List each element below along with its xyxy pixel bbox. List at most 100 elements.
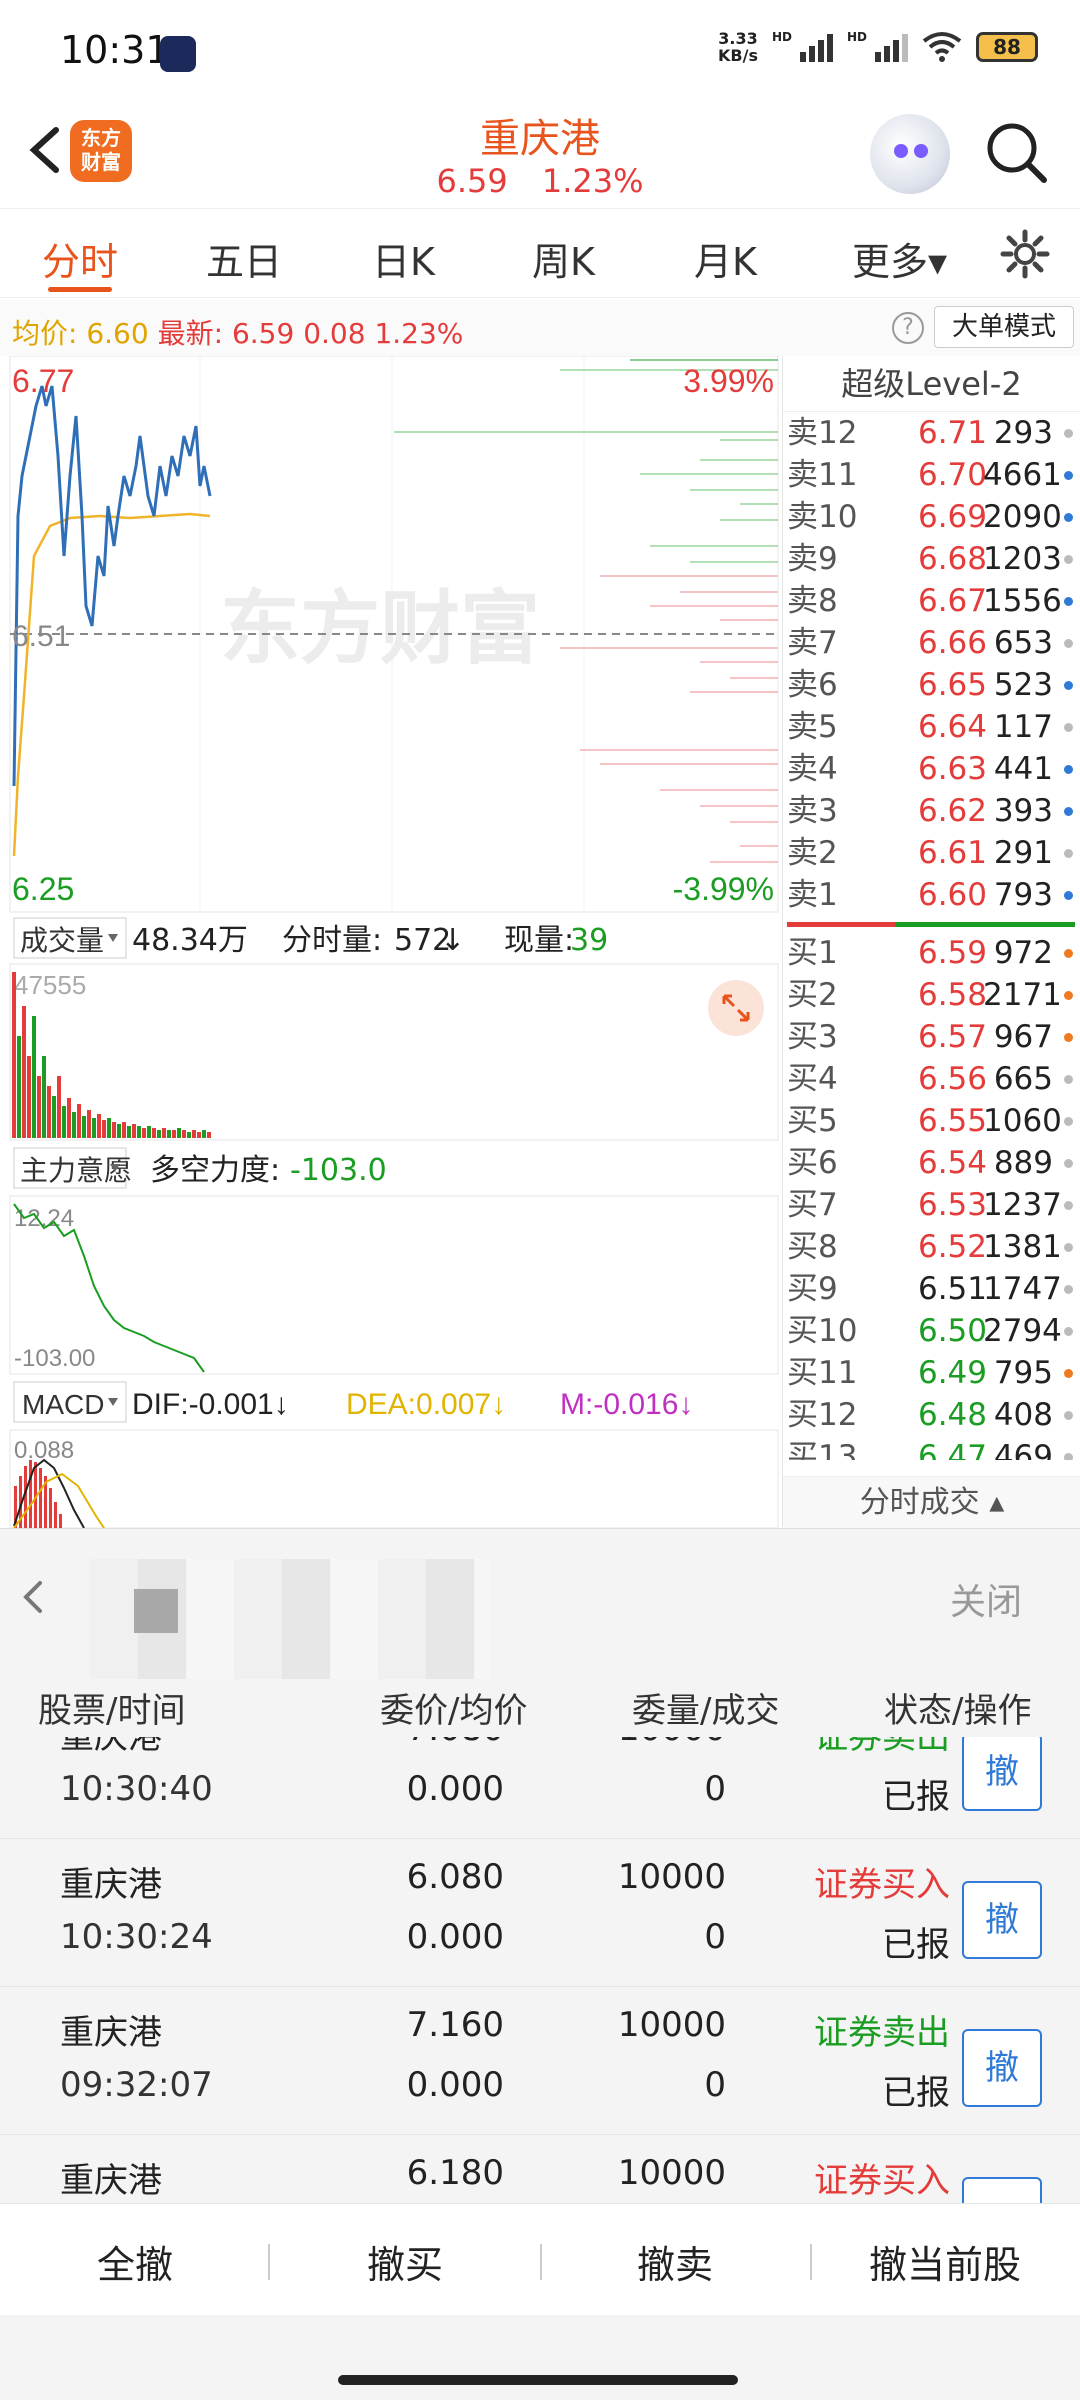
level-volume: 1237 <box>983 1187 1062 1223</box>
order-book-level[interactable]: 买11 6.49 795 <box>783 1352 1080 1394</box>
big-order-mode-button[interactable]: 大单模式 <box>934 306 1074 348</box>
order-stock-name: 重庆港 <box>60 1737 162 1757</box>
tab-daily-k[interactable]: 日K <box>372 231 435 286</box>
level-volume: 117 <box>993 709 1053 745</box>
price-info-line: 均价: 6.60 最新: 6.59 0.08 1.23% <box>12 312 463 352</box>
tab-weekly-k[interactable]: 周K <box>532 231 595 286</box>
cancel-current-stock-button[interactable]: 撤当前股 <box>810 2234 1080 2289</box>
hd-badge-2: HD <box>846 30 867 44</box>
order-book-level[interactable]: 买13 6.47 469 <box>783 1436 1080 1460</box>
order-quantity: 10000 <box>560 1737 726 1749</box>
tab-monthly-k[interactable]: 月K <box>694 231 757 286</box>
robot-eye-left <box>894 144 908 158</box>
level-volume: 291 <box>993 835 1053 871</box>
stock-price: 6.59 <box>436 162 508 200</box>
macd-dif: DIF:-0.001↓ <box>132 1388 289 1421</box>
order-book-level[interactable]: 买2 6.58 2171 <box>783 974 1080 1016</box>
macd-panel-frame <box>9 1429 779 1529</box>
level-dot <box>1064 1033 1073 1042</box>
order-status: 已报 <box>882 1777 950 1817</box>
order-book-level[interactable]: 买1 6.59 972 <box>783 932 1080 974</box>
col-price-avg: 委价/均价 <box>380 1691 528 1731</box>
order-book-level[interactable]: 卖7 6.66 653 <box>783 622 1080 664</box>
macd-selector-label: MACD <box>22 1389 104 1420</box>
order-book-level[interactable]: 卖11 6.70 4661 <box>783 454 1080 496</box>
order-book-level[interactable]: 卖3 6.62 393 <box>783 790 1080 832</box>
order-book-level[interactable]: 买12 6.48 408 <box>783 1394 1080 1436</box>
cancel-all-button[interactable]: 全撤 <box>0 2234 270 2289</box>
level-label: 买10 <box>787 1313 858 1349</box>
help-icon[interactable]: ? <box>892 312 924 344</box>
order-book-level[interactable]: 买5 6.55 1060 <box>783 1100 1080 1142</box>
volume-bar <box>127 1126 131 1138</box>
home-indicator[interactable] <box>338 2375 738 2385</box>
chevron-left-icon[interactable] <box>14 1577 54 1617</box>
order-cancel-button[interactable]: 撤 <box>962 2029 1042 2107</box>
order-book-level[interactable]: 买9 6.51 1747 <box>783 1268 1080 1310</box>
order-book-level[interactable]: 卖4 6.63 441 <box>783 748 1080 790</box>
search-icon[interactable] <box>982 118 1052 188</box>
order-time: 09:32:07 <box>60 2065 213 2105</box>
level-dot <box>1064 849 1073 858</box>
tab-intraday[interactable]: 分时 <box>42 231 118 286</box>
order-book-level[interactable]: 买10 6.50 2794 <box>783 1310 1080 1352</box>
minute-volume-label: 分时量: <box>282 923 382 958</box>
close-button[interactable]: 关闭 <box>950 1573 1022 1625</box>
order-list[interactable]: 重庆港10:30:407.0800.000100000证券卖出已报撤重庆港10:… <box>0 1737 1080 2203</box>
hd-badge: HD <box>771 30 792 44</box>
order-book-level[interactable]: 卖6 6.65 523 <box>783 664 1080 706</box>
level-price: 6.61 <box>917 835 987 871</box>
cancel-sells-button[interactable]: 撤卖 <box>540 2234 810 2289</box>
order-book-level[interactable]: 卖2 6.61 291 <box>783 832 1080 874</box>
level-price: 6.54 <box>917 1145 987 1181</box>
tab-five-day[interactable]: 五日 <box>206 231 282 286</box>
level-label: 买8 <box>787 1229 838 1265</box>
order-book-level[interactable]: 卖1 6.60 793 <box>783 874 1080 916</box>
order-book-level[interactable]: 买6 6.54 889 <box>783 1142 1080 1184</box>
order-book-level[interactable]: 卖10 6.69 2090 <box>783 496 1080 538</box>
macd-bar <box>54 1502 57 1528</box>
order-book-level[interactable]: 买7 6.53 1237 <box>783 1184 1080 1226</box>
tick-trades-button[interactable]: 分时成交 ▴ <box>783 1476 1080 1528</box>
order-avg-price: 0.000 <box>406 1917 504 1957</box>
order-book-level[interactable]: 卖9 6.68 1203 <box>783 538 1080 580</box>
chart-area[interactable]: 东方财富 6.77 6.51 6.25 3.99% -3.99% 成交量 48.… <box>0 355 780 1529</box>
order-book-title[interactable]: 超级Level-2 <box>783 356 1080 412</box>
order-book-level[interactable]: 卖12 6.71 293 <box>783 412 1080 454</box>
order-row[interactable]: 重庆港 10:30:24 6.080 0.000 10000 0 证券买入 已报撤 <box>0 1839 1080 1987</box>
level-label: 卖1 <box>787 877 838 913</box>
level-dot <box>1064 1117 1073 1126</box>
order-book-level[interactable]: 买3 6.57 967 <box>783 1016 1080 1058</box>
volume-bar <box>167 1130 171 1138</box>
tab-more[interactable]: 更多▾ <box>852 231 947 286</box>
order-actions-bar: 全撤 撤买 撤卖 撤当前股 <box>0 2203 1080 2315</box>
order-row[interactable]: 重庆港 6.180 10000 证券买入 <box>0 2135 1080 2203</box>
notification-app-icon <box>160 36 196 72</box>
volume-bar <box>82 1116 86 1138</box>
order-book-level[interactable]: 买8 6.52 1381 <box>783 1226 1080 1268</box>
order-book[interactable]: 超级Level-2 卖12 6.71 293 卖11 6.70 4661 卖10 6.69 20… <box>782 356 1080 1528</box>
volume-bar <box>42 1056 46 1138</box>
volume-bar <box>37 1076 41 1138</box>
order-cancel-button[interactable]: 撤 <box>962 1881 1042 1959</box>
order-filled: 0 <box>704 1769 726 1809</box>
level-price: 6.57 <box>917 1019 987 1055</box>
level-dot <box>1064 1243 1073 1252</box>
order-book-level[interactable]: 买4 6.56 665 <box>783 1058 1080 1100</box>
volume-bar <box>52 1096 56 1138</box>
order-cancel-button[interactable]: 撤 <box>962 1737 1042 1811</box>
macd-bar <box>29 1460 32 1528</box>
assistant-robot-icon[interactable] <box>870 114 950 194</box>
order-row[interactable]: 重庆港 09:32:07 7.160 0.000 10000 0 证券卖出 已报撤 <box>0 1987 1080 2135</box>
volume-bar <box>112 1122 116 1138</box>
order-book-level[interactable]: 卖5 6.64 117 <box>783 706 1080 748</box>
volume-bar <box>207 1132 211 1138</box>
level-volume: 469 <box>993 1439 1053 1460</box>
order-book-level[interactable]: 卖8 6.67 1556 <box>783 580 1080 622</box>
order-cancel-button[interactable] <box>962 2177 1042 2203</box>
order-book-scroll[interactable]: 卖12 6.71 293 卖11 6.70 4661 卖10 6.69 2090 卖9 6.68 12… <box>783 412 1080 1460</box>
order-row[interactable]: 重庆港 10:30:40 7.080 0.000 10000 0 证券卖出已报撤 <box>0 1737 1080 1839</box>
gear-icon[interactable] <box>1000 229 1050 279</box>
expand-icon[interactable] <box>708 980 764 1036</box>
cancel-buys-button[interactable]: 撤买 <box>270 2234 540 2289</box>
